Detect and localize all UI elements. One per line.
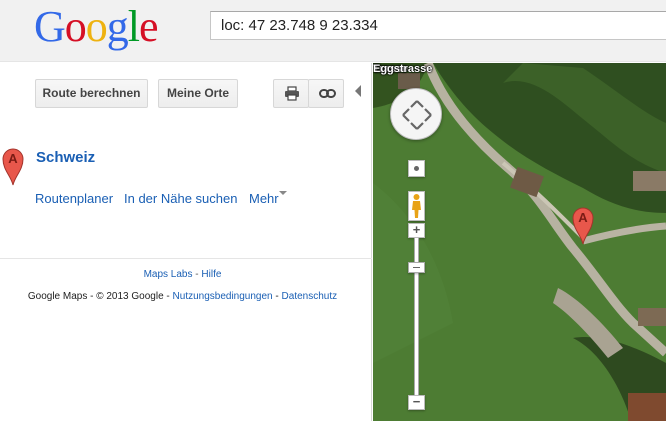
footer-legal: Google Maps - © 2013 Google - Nutzungsbe… <box>27 291 338 302</box>
privacy-link[interactable]: Datenschutz <box>282 291 338 302</box>
pan-up-icon <box>410 100 424 108</box>
pan-down-icon <box>410 122 424 130</box>
more-chevron-down-icon[interactable] <box>279 191 287 195</box>
maps-labs-link[interactable]: Maps Labs <box>144 269 193 280</box>
panel-divider <box>0 258 372 259</box>
recenter-button[interactable] <box>408 160 425 177</box>
zoom-in-button[interactable]: + <box>408 223 425 238</box>
pan-control[interactable] <box>390 88 442 140</box>
search-input[interactable]: loc: 47 23.748 9 23.334 <box>210 11 666 40</box>
terms-link[interactable]: Nutzungsbedingungen <box>173 291 273 302</box>
pan-left-icon <box>402 108 410 122</box>
help-link[interactable]: Hilfe <box>201 269 221 280</box>
route-planner-link[interactable]: Routenplaner <box>35 191 113 206</box>
zoom-slider-handle[interactable] <box>408 262 425 273</box>
result-marker-label: A <box>8 151 18 166</box>
map-canvas[interactable]: Trasse Eggstrasse + − A <box>373 63 666 421</box>
road-label-eggstrasse: Eggstrasse <box>373 63 433 75</box>
link-button[interactable] <box>308 79 344 108</box>
collapse-panel-icon[interactable] <box>355 85 361 97</box>
map-marker-label: A <box>578 210 588 225</box>
google-logo[interactable]: Google <box>34 3 159 51</box>
route-button[interactable]: Route berechnen <box>35 79 148 108</box>
header-bar: Google loc: 47 23.748 9 23.334 <box>0 0 666 62</box>
pan-right-icon <box>424 108 432 122</box>
zoom-out-button[interactable]: − <box>408 395 425 410</box>
copyright-text: Google Maps - © 2013 Google - <box>27 291 170 302</box>
printer-icon <box>285 86 299 101</box>
link-icon <box>319 89 336 98</box>
my-places-button[interactable]: Meine Orte <box>158 79 238 108</box>
result-marker-icon: A <box>2 148 24 186</box>
map-marker-icon[interactable]: A <box>572 207 594 245</box>
search-nearby-link[interactable]: In der Nähe suchen <box>124 191 237 206</box>
place-title-link[interactable]: Schweiz <box>36 149 95 166</box>
more-link[interactable]: Mehr <box>249 191 279 206</box>
print-button[interactable] <box>273 79 309 108</box>
footer-links: Maps Labs - Hilfe <box>143 269 222 280</box>
side-panel: Route berechnen Meine Orte A Schweiz Rou… <box>0 63 372 421</box>
pegman-icon[interactable] <box>408 191 425 221</box>
